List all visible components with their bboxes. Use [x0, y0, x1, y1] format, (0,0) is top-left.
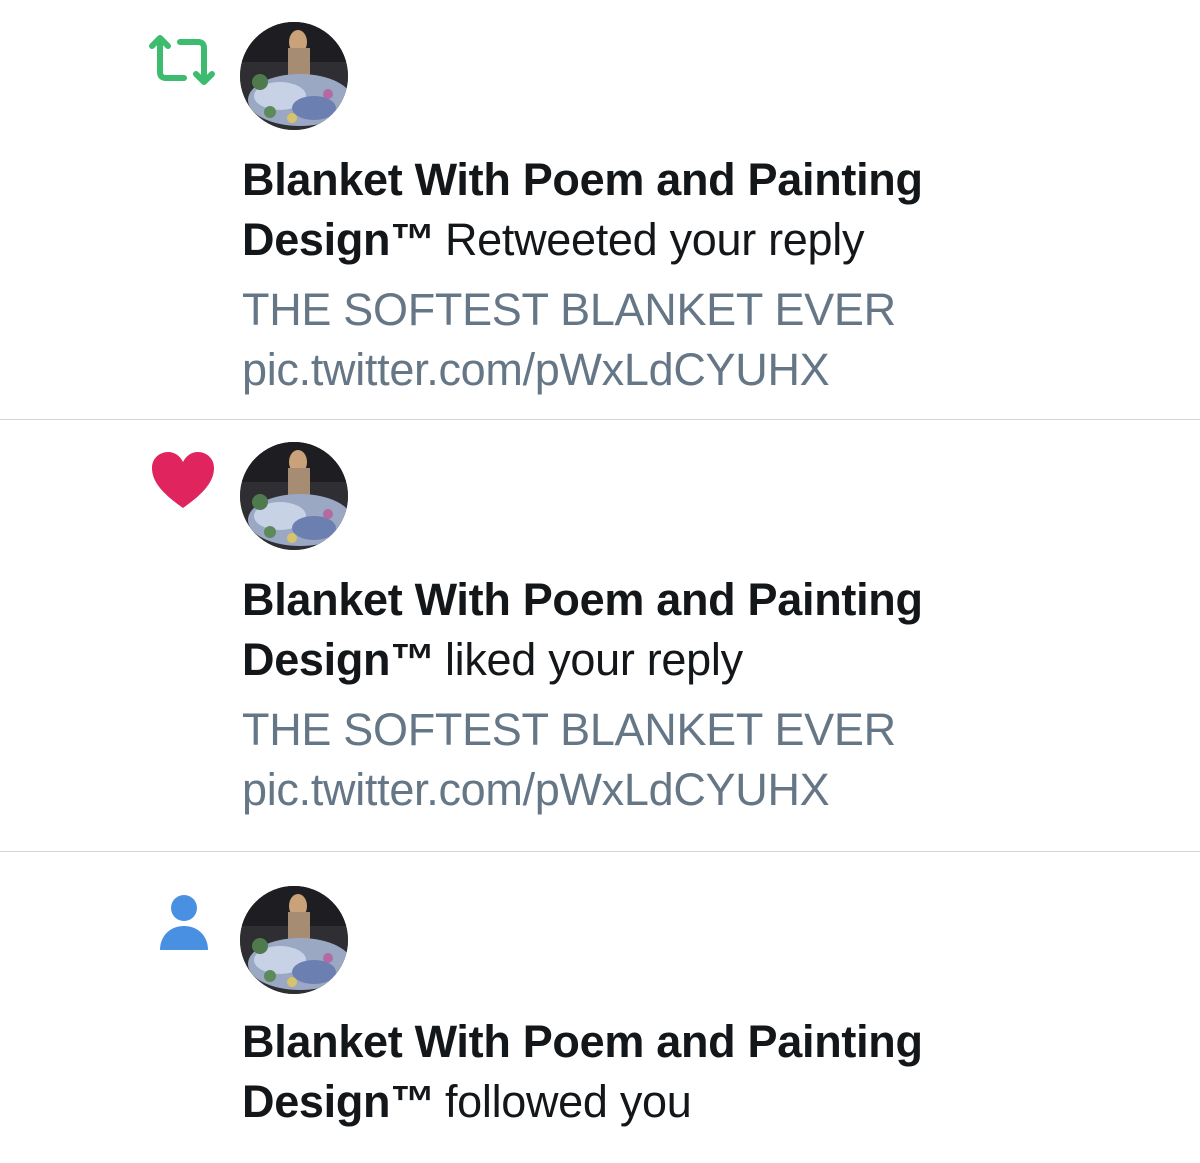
notification-headline: Blanket With Poem and Painting Design™ Re…: [242, 150, 1002, 270]
tweet-link[interactable]: pic.twitter.com/pWxLdCYUHX: [242, 760, 1042, 820]
avatar[interactable]: [240, 22, 348, 130]
notification-item[interactable]: Blanket With Poem and Painting Design™ li…: [0, 420, 1200, 852]
action-text: followed you: [444, 1076, 692, 1127]
action-text: Retweeted your reply: [444, 214, 865, 265]
notification-headline: Blanket With Poem and Painting Design™ fo…: [242, 1012, 1002, 1132]
avatar[interactable]: [240, 886, 348, 994]
notification-headline: Blanket With Poem and Painting Design™ li…: [242, 570, 1002, 690]
notification-item[interactable]: Blanket With Poem and Painting Design™ Re…: [0, 0, 1200, 420]
retweet-icon: [146, 32, 218, 88]
tweet-line: THE SOFTEST BLANKET EVER: [242, 704, 896, 755]
tweet-text[interactable]: THE SOFTEST BLANKET EVER pic.twitter.com…: [242, 700, 1042, 820]
avatar[interactable]: [240, 442, 348, 550]
tweet-text[interactable]: THE SOFTEST BLANKET EVER pic.twitter.com…: [242, 280, 1042, 400]
person-icon: [156, 892, 212, 954]
tweet-link[interactable]: pic.twitter.com/pWxLdCYUHX: [242, 340, 1042, 400]
action-text: liked your reply: [444, 634, 743, 685]
heart-icon: [150, 450, 216, 512]
notifications-feed: Blanket With Poem and Painting Design™ Re…: [0, 0, 1200, 1163]
notification-item[interactable]: Blanket With Poem and Painting Design™ fo…: [0, 852, 1200, 1163]
tweet-line: THE SOFTEST BLANKET EVER: [242, 284, 896, 335]
